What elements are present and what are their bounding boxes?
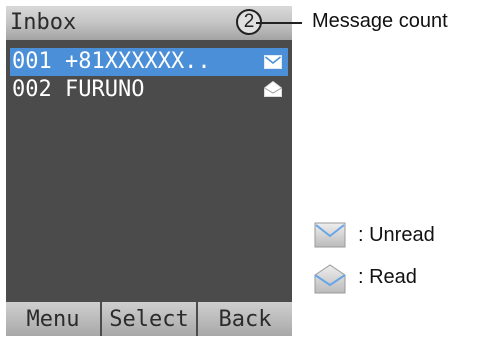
legend-read-label: : Read: [358, 266, 417, 288]
menu-softkey[interactable]: Menu: [6, 302, 100, 336]
message-count-callout-line: [256, 22, 302, 24]
message-row-text: 002 FURUNO: [12, 77, 145, 102]
softkey-bar: Menu Select Back: [6, 302, 292, 336]
title-bar: Inbox 2: [6, 6, 292, 40]
message-row-001[interactable]: 001 +81XXXXXX..: [10, 48, 288, 76]
legend-unread-label: : Unread: [358, 224, 435, 246]
message-row-002[interactable]: 002 FURUNO: [10, 76, 288, 104]
screen-title: Inbox: [10, 10, 77, 35]
phone-screen: Inbox 2 001 +81XXXXXX.. 002 FURUNO Menu …: [6, 6, 292, 336]
envelope-closed-icon: [264, 55, 282, 69]
envelope-open-icon: [314, 264, 346, 294]
envelope-closed-icon: [314, 222, 346, 248]
back-softkey[interactable]: Back: [198, 302, 292, 336]
message-row-text: 001 +81XXXXXX..: [12, 49, 211, 74]
envelope-open-icon: [264, 81, 282, 97]
message-count-label: Message count: [312, 10, 448, 32]
select-softkey[interactable]: Select: [102, 302, 196, 336]
